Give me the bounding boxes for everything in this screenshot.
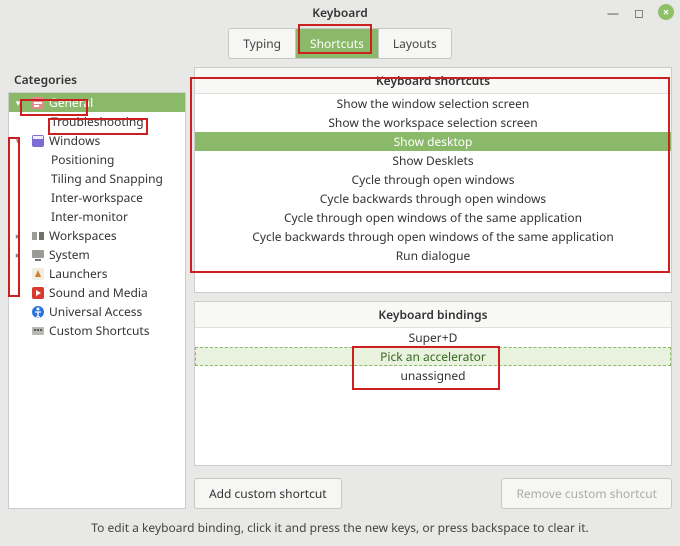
shortcut-row[interactable]: Cycle through open windows of the same a…: [195, 208, 671, 227]
shortcuts-list[interactable]: Show the window selection screenShow the…: [195, 94, 671, 292]
category-label: Troubleshooting: [51, 113, 144, 130]
binding-row[interactable]: unassigned: [195, 366, 671, 385]
category-item[interactable]: ▸ Workspaces: [9, 226, 185, 245]
minimize-icon[interactable]: —: [606, 5, 620, 19]
categories-header: Categories: [8, 67, 186, 93]
category-label: Custom Shortcuts: [49, 322, 150, 339]
button-row: Add custom shortcut Remove custom shortc…: [194, 474, 672, 509]
shortcut-row[interactable]: Run dialogue: [195, 246, 671, 265]
launchers-icon: [31, 267, 45, 281]
chevron-right-icon[interactable]: ▸: [13, 229, 23, 242]
chevron-right-icon[interactable]: ▸: [13, 248, 23, 261]
categories-sidebar: Categories ▾ General Troubleshooting ▾ Windo…: [8, 67, 186, 509]
bindings-pane: Keyboard bindings Super+DPick an acceler…: [194, 301, 672, 466]
bindings-list[interactable]: Super+DPick an acceleratorunassigned: [195, 328, 671, 465]
category-item[interactable]: Troubleshooting: [9, 112, 185, 131]
binding-row[interactable]: Super+D: [195, 328, 671, 347]
category-label: Launchers: [49, 265, 108, 282]
general-icon: [31, 96, 45, 110]
category-label: Positioning: [51, 151, 114, 168]
custom-icon: [31, 324, 45, 338]
category-label: Workspaces: [49, 227, 117, 244]
shortcut-row[interactable]: Show Desklets: [195, 151, 671, 170]
category-item[interactable]: Sound and Media: [9, 283, 185, 302]
tab-layouts[interactable]: Layouts: [379, 29, 451, 58]
titlebar: Keyboard — ◻ ×: [0, 0, 680, 24]
shortcut-row[interactable]: Cycle backwards through open windows of …: [195, 227, 671, 246]
add-shortcut-button[interactable]: Add custom shortcut: [194, 478, 342, 509]
shortcut-row[interactable]: Cycle through open windows: [195, 170, 671, 189]
categories-tree[interactable]: ▾ General Troubleshooting ▾ Windows Positioni…: [8, 93, 186, 509]
category-item[interactable]: ▸ System: [9, 245, 185, 264]
category-label: Inter-workspace: [51, 189, 143, 206]
category-label: General: [49, 94, 93, 111]
category-label: Windows: [49, 132, 100, 149]
category-label: Tiling and Snapping: [51, 170, 163, 187]
close-icon[interactable]: ×: [658, 4, 674, 20]
hint-footer: To edit a keyboard binding, click it and…: [0, 513, 680, 546]
category-item[interactable]: Inter-monitor: [9, 207, 185, 226]
access-icon: [31, 305, 45, 319]
shortcuts-header: Keyboard shortcuts: [195, 68, 671, 94]
sound-icon: [31, 286, 45, 300]
shortcut-row[interactable]: Cycle backwards through open windows: [195, 189, 671, 208]
category-item[interactable]: Tiling and Snapping: [9, 169, 185, 188]
category-item[interactable]: ▾ General: [9, 93, 185, 112]
shortcut-row[interactable]: Show the workspace selection screen: [195, 113, 671, 132]
chevron-down-icon[interactable]: ▾: [13, 96, 23, 109]
category-item[interactable]: ▾ Windows: [9, 131, 185, 150]
category-label: System: [49, 246, 90, 263]
shortcut-row[interactable]: Show the window selection screen: [195, 94, 671, 113]
window-controls: — ◻ ×: [606, 4, 674, 20]
category-item[interactable]: Custom Shortcuts: [9, 321, 185, 340]
window-title: Keyboard: [312, 4, 368, 21]
tab-shortcuts[interactable]: Shortcuts: [296, 29, 379, 58]
shortcuts-pane: Keyboard shortcuts Show the window selec…: [194, 67, 672, 293]
category-label: Sound and Media: [49, 284, 148, 301]
windows-icon: [31, 134, 45, 148]
tab-strip: TypingShortcutsLayouts: [0, 24, 680, 67]
binding-row[interactable]: Pick an accelerator: [195, 347, 671, 366]
shortcut-row[interactable]: Show desktop: [195, 132, 671, 151]
category-item[interactable]: Universal Access: [9, 302, 185, 321]
bindings-header: Keyboard bindings: [195, 302, 671, 328]
remove-shortcut-button: Remove custom shortcut: [501, 478, 672, 509]
tab-typing[interactable]: Typing: [229, 29, 296, 58]
category-label: Inter-monitor: [51, 208, 128, 225]
category-item[interactable]: Launchers: [9, 264, 185, 283]
category-item[interactable]: Inter-workspace: [9, 188, 185, 207]
maximize-icon[interactable]: ◻: [632, 5, 646, 19]
category-label: Universal Access: [49, 303, 142, 320]
chevron-down-icon[interactable]: ▾: [13, 134, 23, 147]
category-item[interactable]: Positioning: [9, 150, 185, 169]
workspaces-icon: [31, 229, 45, 243]
system-icon: [31, 248, 45, 262]
